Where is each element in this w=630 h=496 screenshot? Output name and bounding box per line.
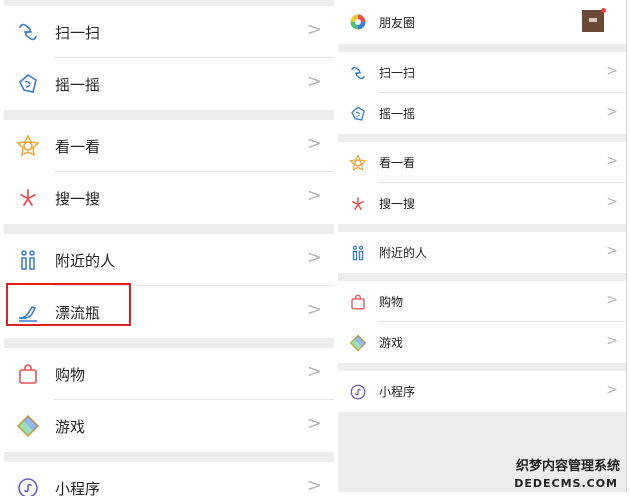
menu-item-label: 购物 — [55, 365, 86, 384]
menu-item-label: 搜一搜 — [379, 197, 416, 211]
menu-item-shopping[interactable]: 购物 > — [338, 281, 626, 322]
games-icon — [348, 333, 368, 353]
menu-item-label: 看一看 — [379, 156, 416, 170]
menu-item-label: 附近的人 — [379, 246, 428, 260]
menu-item-shake[interactable]: 摇一摇 > — [4, 58, 334, 110]
right-discover-panel: 朋友圈 扫一扫 > 摇一摇 > 看一看 > 搜一搜 > 附近的人 > 购物 > … — [338, 0, 627, 492]
menu-item-people-nearby[interactable]: 附近的人 > — [4, 234, 334, 286]
menu-item-top-stories[interactable]: 看一看 > — [338, 142, 626, 183]
chevron-right-icon: > — [606, 194, 618, 210]
left-discover-panel: 扫一扫 > 摇一摇 > 看一看 > 搜一搜 > 附近的人 > 漂流瓶 > 购物 … — [4, 0, 334, 496]
moments-icon — [348, 12, 368, 32]
moments-thumbnail — [582, 10, 604, 32]
menu-item-search[interactable]: 搜一搜 > — [338, 183, 626, 224]
menu-item-scan[interactable]: 扫一扫 > — [4, 6, 334, 58]
menu-item-scan[interactable]: 扫一扫 > — [338, 52, 626, 93]
menu-item-label: 附近的人 — [55, 251, 116, 270]
chevron-right-icon: > — [606, 243, 618, 259]
top-stories-icon — [348, 153, 368, 173]
people-nearby-icon — [348, 243, 368, 263]
menu-item-label: 扫一扫 — [379, 66, 416, 80]
search-icon — [14, 184, 42, 212]
menu-item-label: 购物 — [379, 295, 404, 309]
shake-icon — [348, 104, 368, 124]
search-icon — [348, 194, 368, 214]
menu-item-label: 摇一摇 — [55, 75, 101, 94]
chevron-right-icon: > — [606, 333, 618, 349]
menu-item-shake[interactable]: 摇一摇 > — [338, 93, 626, 134]
people-nearby-icon — [14, 246, 42, 274]
top-stories-icon — [14, 132, 42, 160]
menu-item-label: 摇一摇 — [379, 107, 416, 121]
menu-item-games[interactable]: 游戏 > — [338, 322, 626, 363]
scan-icon — [348, 63, 368, 83]
menu-item-label: 小程序 — [55, 479, 101, 496]
shopping-bag-icon — [14, 360, 42, 388]
menu-item-label: 搜一搜 — [55, 189, 101, 208]
mini-programs-icon — [14, 474, 42, 496]
menu-item-games[interactable]: 游戏 > — [4, 400, 334, 452]
menu-item-search[interactable]: 搜一搜 > — [4, 172, 334, 224]
highlight-box — [6, 283, 131, 326]
menu-item-label: 小程序 — [379, 385, 416, 399]
scan-icon — [14, 18, 42, 46]
menu-item-mini-programs[interactable]: 小程序 > — [4, 462, 334, 496]
chevron-right-icon: > — [306, 361, 322, 382]
menu-item-shopping[interactable]: 购物 > — [4, 348, 334, 400]
mini-programs-icon — [348, 382, 368, 402]
chevron-right-icon: > — [606, 382, 618, 398]
chevron-right-icon: > — [606, 292, 618, 308]
menu-item-mini-programs[interactable]: 小程序 > — [338, 371, 626, 412]
menu-item-top-stories[interactable]: 看一看 > — [4, 120, 334, 172]
red-dot-badge — [601, 8, 606, 13]
watermark-url: DEDECMS.COM — [514, 477, 618, 490]
shake-icon — [14, 70, 42, 98]
chevron-right-icon: > — [306, 413, 322, 434]
chevron-right-icon: > — [306, 185, 322, 206]
menu-item-label: 扫一扫 — [55, 23, 101, 42]
chevron-right-icon: > — [306, 247, 322, 268]
menu-item-label: 看一看 — [55, 137, 101, 156]
chevron-right-icon: > — [306, 133, 322, 154]
chevron-right-icon: > — [306, 71, 322, 92]
menu-item-moments[interactable]: 朋友圈 — [338, 0, 626, 44]
chevron-right-icon: > — [606, 63, 618, 79]
shopping-bag-icon — [348, 292, 368, 312]
chevron-right-icon: > — [606, 153, 618, 169]
menu-item-label: 游戏 — [379, 336, 404, 350]
chevron-right-icon: > — [306, 299, 322, 320]
chevron-right-icon: > — [306, 475, 322, 496]
menu-item-label: 游戏 — [55, 417, 86, 436]
chevron-right-icon: > — [606, 104, 618, 120]
menu-item-people-nearby[interactable]: 附近的人 > — [338, 232, 626, 273]
menu-item-label: 朋友圈 — [379, 15, 416, 30]
games-icon — [14, 412, 42, 440]
watermark-title: 织梦内容管理系统 — [515, 459, 620, 474]
chevron-right-icon: > — [306, 19, 322, 40]
